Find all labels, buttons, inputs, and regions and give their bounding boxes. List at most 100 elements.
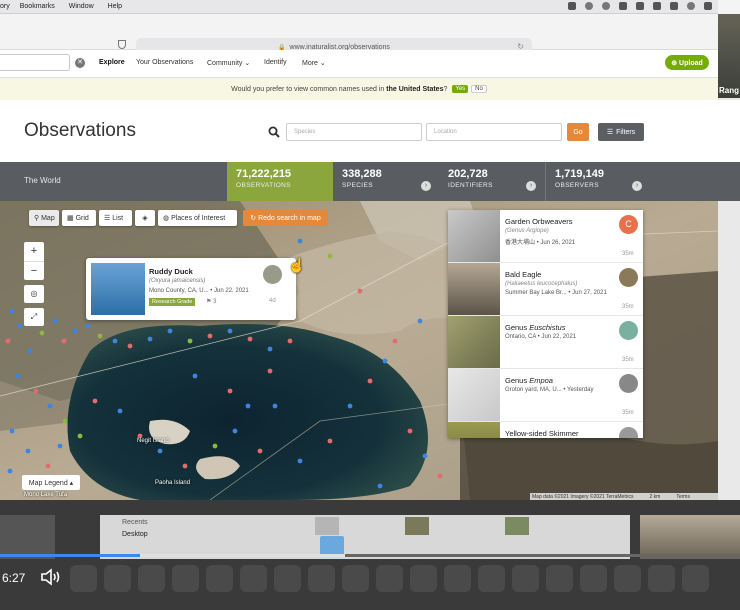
observation-thumbnail[interactable] — [448, 369, 500, 421]
dock-app-icon[interactable] — [342, 565, 369, 592]
user-avatar[interactable] — [619, 268, 638, 287]
dock-app-icon[interactable] — [104, 565, 131, 592]
sidebar-desktop[interactable]: Desktop — [122, 531, 148, 538]
dock-app-icon[interactable] — [308, 565, 335, 592]
dock-app-icon[interactable] — [138, 565, 165, 592]
observation-thumbnail[interactable] — [448, 316, 500, 368]
user-avatar[interactable] — [263, 265, 282, 284]
zoom-out-button[interactable]: − — [24, 261, 44, 280]
app-status-icon[interactable] — [585, 2, 593, 10]
filters-button[interactable]: ☰ Filters — [598, 123, 644, 141]
dock-app-icon[interactable] — [206, 565, 233, 592]
menu-history[interactable]: ory — [0, 3, 10, 10]
dock-app-icon[interactable] — [444, 565, 471, 592]
locate-button[interactable]: ◎ — [24, 285, 44, 303]
layers-button[interactable]: ◈ — [135, 210, 155, 226]
nav-explore[interactable]: Explore — [99, 59, 125, 66]
observation-thumbnail[interactable] — [448, 210, 500, 262]
sidebar-recents[interactable]: Recents — [122, 519, 148, 526]
observation-popup[interactable]: Ruddy Duck (Oxyura jamaicensis) Mono Cou… — [86, 258, 296, 320]
user-avatar[interactable] — [619, 321, 638, 340]
shield-icon[interactable] — [118, 40, 126, 49]
grid-view-button[interactable]: ▦ Grid — [62, 210, 96, 226]
dock-app-icon[interactable] — [172, 565, 199, 592]
chevron-right-icon: › — [632, 181, 642, 191]
observation-card[interactable]: Bald Eagle (Haliaeetus leucocephalus) Su… — [448, 263, 643, 316]
dock-app-icon[interactable] — [410, 565, 437, 592]
location-input[interactable]: Location — [426, 123, 562, 141]
stat-observations-label: OBSERVATIONS — [236, 182, 292, 189]
file-thumbnail[interactable] — [505, 517, 529, 535]
observation-card[interactable]: Yellow-sided Skimmer — [448, 422, 643, 438]
observation-thumbnail[interactable] — [448, 263, 500, 315]
map-view-button[interactable]: ⚲ Map — [29, 210, 59, 226]
card-title[interactable]: Yellow-sided Skimmer — [505, 429, 579, 438]
battery-icon[interactable] — [670, 2, 678, 10]
popup-common-name[interactable]: Ruddy Duck — [149, 267, 193, 276]
menu-bookmarks[interactable]: Bookmarks — [20, 3, 55, 10]
observation-card[interactable]: Garden Orbweavers (Genus Argiope) 香港大埔山 … — [448, 210, 643, 263]
redo-search-button[interactable]: ↻ Redo search in map — [243, 210, 328, 226]
dock-app-icon[interactable] — [376, 565, 403, 592]
stat-identifiers-count: 202,728 — [448, 168, 488, 180]
volume-icon[interactable] — [40, 568, 62, 586]
card-title[interactable]: Garden Orbweavers — [505, 217, 573, 226]
user-avatar[interactable] — [619, 374, 638, 393]
card-title-prefix: Genus — [505, 323, 530, 332]
dock-app-icon[interactable] — [512, 565, 539, 592]
places-of-interest-button[interactable]: ◍ Places of Interest — [158, 210, 237, 226]
video-progress-bar[interactable] — [0, 554, 740, 557]
dock-app-icon[interactable] — [614, 565, 641, 592]
file-thumbnail[interactable] — [405, 517, 429, 535]
species-input[interactable]: Species — [286, 123, 422, 141]
stat-identifiers[interactable]: 202,728 IDENTIFIERS › — [439, 162, 542, 201]
bluetooth-icon[interactable] — [636, 2, 644, 10]
control-center-icon[interactable] — [704, 2, 712, 10]
nav-identify[interactable]: Identify — [264, 59, 287, 66]
upload-button[interactable]: ⊕ Upload — [665, 55, 709, 70]
dock-app-icon[interactable] — [682, 565, 709, 592]
dock-app-icon[interactable] — [240, 565, 267, 592]
dock-app-icon[interactable] — [580, 565, 607, 592]
nav-more[interactable]: More ⌄ — [302, 59, 326, 67]
banner-no-button[interactable]: No — [471, 85, 487, 93]
dock-app-icon[interactable] — [274, 565, 301, 592]
user-avatar[interactable] — [619, 427, 638, 438]
observation-card[interactable]: Genus Empoa Groton yard, MA, U... • Yest… — [448, 369, 643, 422]
folder-icon[interactable] — [320, 536, 344, 555]
observation-photo[interactable] — [91, 263, 145, 315]
zoom-in-button[interactable]: + — [24, 242, 44, 261]
clear-search-icon[interactable]: ✕ — [75, 58, 85, 68]
banner-yes-button[interactable]: Yes — [452, 85, 469, 93]
list-view-button[interactable]: ☰ List — [99, 210, 132, 226]
go-button[interactable]: Go — [567, 123, 589, 141]
keyboard-icon[interactable] — [619, 2, 627, 10]
screen: ory Bookmarks Window Help Rang 🔒 www.ina… — [0, 0, 740, 610]
observation-card[interactable]: Genus Euschistus Ontario, CA • Jun 22, 2… — [448, 316, 643, 369]
phone-icon[interactable] — [602, 2, 610, 10]
observation-thumbnail[interactable] — [448, 422, 500, 438]
wifi-icon[interactable] — [687, 2, 695, 10]
menu-window[interactable]: Window — [69, 3, 94, 10]
user-avatar[interactable]: C — [619, 215, 638, 234]
fullscreen-button[interactable]: ⤢ — [24, 308, 44, 326]
stat-observers[interactable]: 1,719,149 OBSERVERS › — [545, 162, 648, 201]
file-thumbnail[interactable] — [315, 517, 339, 535]
dock-app-icon[interactable] — [478, 565, 505, 592]
nav-your-observations[interactable]: Your Observations — [136, 59, 193, 66]
card-title[interactable]: Bald Eagle — [505, 270, 541, 279]
card-title[interactable]: Genus Empoa — [505, 376, 553, 385]
dock-app-icon[interactable] — [648, 565, 675, 592]
stat-observations[interactable]: 71,222,215 OBSERVATIONS — [227, 162, 333, 201]
card-title[interactable]: Genus Euschistus — [505, 323, 565, 332]
nav-community[interactable]: Community ⌄ — [207, 59, 250, 67]
dock-app-icon[interactable] — [70, 565, 97, 592]
screen-share-icon[interactable] — [568, 2, 576, 10]
stat-species[interactable]: 338,288 SPECIES › — [333, 162, 436, 201]
volume-icon[interactable] — [653, 2, 661, 10]
site-search-input[interactable] — [0, 54, 70, 71]
menu-help[interactable]: Help — [108, 3, 122, 10]
observation-map[interactable]: ⚲ Map ▦ Grid ☰ List ◈ ◍ Places of Intere… — [0, 201, 718, 500]
dock-app-icon[interactable] — [546, 565, 573, 592]
map-legend-button[interactable]: Map Legend ▴ — [22, 475, 80, 490]
